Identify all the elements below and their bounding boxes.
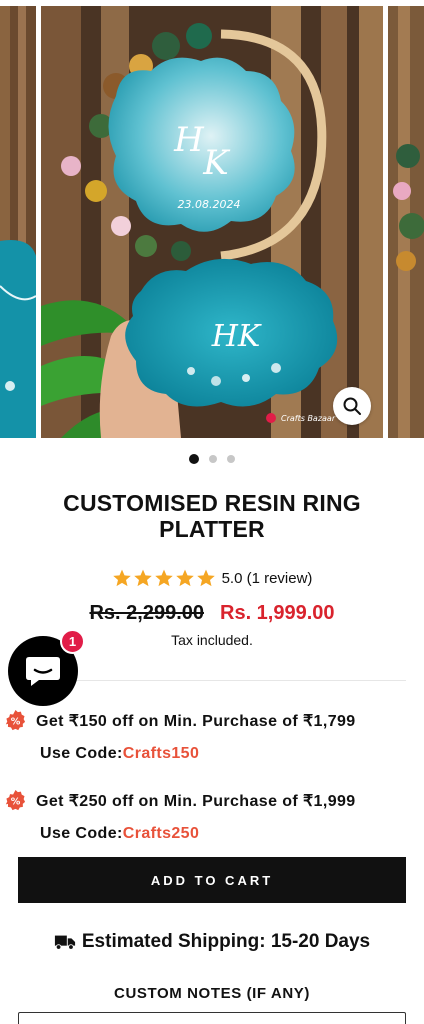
chat-notification-badge: 1: [60, 629, 85, 654]
gallery-dot[interactable]: [209, 455, 217, 463]
gallery-slide-previous[interactable]: [0, 6, 36, 438]
truck-icon: [54, 935, 75, 950]
offer-item: % Get ₹150 off on Min. Purchase of ₹1,79…: [4, 709, 420, 763]
svg-text:%: %: [11, 716, 21, 727]
zoom-button[interactable]: [333, 387, 371, 425]
sale-price: Rs. 1,999.00: [220, 602, 335, 624]
svg-text:HK: HK: [211, 319, 262, 354]
discount-badge-icon: %: [5, 789, 26, 811]
add-to-cart-button[interactable]: ADD TO CART: [18, 857, 406, 903]
gallery-dot[interactable]: [189, 454, 199, 464]
svg-text:H: H: [173, 120, 205, 160]
coupon-code[interactable]: Crafts150: [123, 745, 200, 762]
star-icon: [196, 569, 215, 587]
offer-code-line: Use Code:Crafts150: [40, 745, 420, 763]
gallery-dot[interactable]: [227, 455, 235, 463]
magnifier-icon: [343, 397, 361, 415]
custom-notes-label: CUSTOM NOTES (IF ANY): [114, 985, 310, 1002]
estimated-shipping: Estimated Shipping: 15-20 Days: [0, 931, 424, 953]
product-image-gallery[interactable]: H K 23.08.2024 HK Crafts Bazaar: [0, 0, 424, 440]
rating-stars: [112, 568, 216, 588]
compare-at-price: Rs. 2,299.00: [89, 602, 204, 624]
svg-text:Crafts Bazaar: Crafts Bazaar: [281, 414, 336, 423]
offer-code-line: Use Code:Crafts250: [40, 825, 420, 843]
product-rating[interactable]: 5.0 (1 review): [0, 568, 424, 588]
gallery-slide-next[interactable]: [388, 6, 424, 438]
custom-notes-input[interactable]: [18, 1012, 406, 1024]
star-icon: [175, 569, 194, 587]
svg-text:%: %: [11, 796, 21, 807]
gallery-slide-main[interactable]: H K 23.08.2024 HK Crafts Bazaar: [41, 6, 383, 438]
offer-text: Get ₹150 off on Min. Purchase of ₹1,799: [36, 712, 356, 730]
offer-text: Get ₹250 off on Min. Purchase of ₹1,999: [36, 792, 356, 810]
discount-badge-icon: %: [5, 709, 26, 731]
star-icon: [154, 569, 173, 587]
offer-item: % Get ₹250 off on Min. Purchase of ₹1,99…: [4, 789, 420, 843]
star-icon: [112, 569, 131, 587]
shipping-text: Estimated Shipping: 15-20 Days: [81, 931, 371, 952]
svg-text:K: K: [202, 143, 231, 183]
gallery-pagination: [0, 454, 424, 464]
chat-bubble-icon: [26, 657, 60, 686]
code-label: Use Code:: [40, 745, 123, 762]
price-row: Rs. 2,299.00 Rs. 1,999.00: [0, 602, 424, 625]
code-label: Use Code:: [40, 825, 123, 842]
star-icon: [133, 569, 152, 587]
product-title: CUSTOMISED RESIN RING PLATTER: [63, 490, 361, 542]
svg-text:23.08.2024: 23.08.2024: [178, 198, 241, 211]
coupon-code[interactable]: Crafts250: [123, 825, 200, 842]
rating-text[interactable]: 5.0 (1 review): [222, 570, 313, 587]
